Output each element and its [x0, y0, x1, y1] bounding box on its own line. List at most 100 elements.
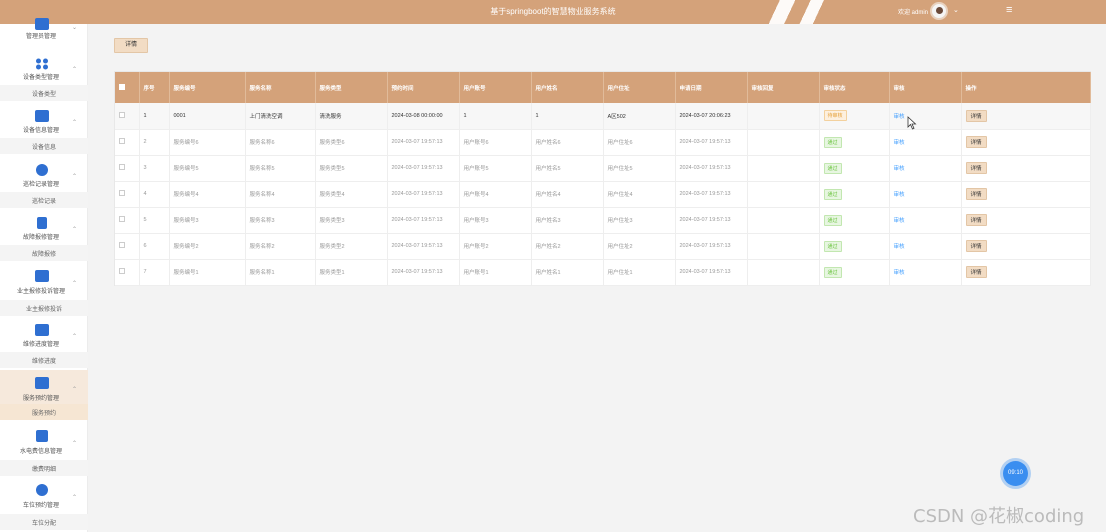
sidebar-item-service-booking[interactable]: 服务预约	[0, 404, 88, 420]
row-checkbox[interactable]	[115, 207, 140, 234]
audit-link[interactable]: 审核	[894, 270, 905, 276]
sidebar-item-owner-complaint[interactable]: 业主报修投诉	[0, 300, 88, 316]
table-cell-time: 2024-03-07 19:57:13	[387, 233, 460, 260]
avatar[interactable]	[930, 2, 948, 20]
column-header: 用户姓名	[531, 72, 604, 103]
table-cell-account: 用户账号1	[459, 259, 532, 286]
watermark: CSDN @花椒coding	[913, 506, 1085, 527]
row-detail-button[interactable]: 详情	[965, 188, 987, 200]
chevron-up-icon[interactable]: ⌃	[72, 440, 77, 447]
table-cell-type: 服务类型4	[315, 181, 388, 208]
row-detail-button[interactable]: 详情	[965, 162, 987, 174]
table-cell-address: 用户住址4	[603, 181, 676, 208]
row-detail-button[interactable]: 详情	[965, 240, 987, 252]
menu-icon[interactable]: ≡	[1006, 4, 1012, 16]
chevron-up-icon[interactable]: ⌃	[72, 119, 77, 126]
chevron-up-icon[interactable]: ⌃	[72, 494, 77, 501]
row-checkbox[interactable]	[115, 233, 140, 260]
sidebar-group-utility-fee[interactable]: 水电费信息管理 ⌃ 缴费明细	[0, 428, 88, 476]
clipboard-icon	[37, 217, 47, 229]
chevron-down-icon[interactable]: ⌄	[72, 24, 77, 31]
floating-clock-button[interactable]: 09:10	[1003, 461, 1028, 486]
column-header: 用户住址	[603, 72, 676, 103]
sidebar-group-admin[interactable]: 管理员管理 ⌄	[0, 18, 88, 48]
table-cell-date: 2024-03-07 19:57:13	[675, 129, 748, 156]
row-detail-button[interactable]: 详情	[965, 109, 987, 122]
sidebar-item-inspection[interactable]: 巡检记录	[0, 192, 88, 208]
table-cell-reply	[747, 233, 820, 260]
sidebar-item-parking[interactable]: 车位分配	[0, 514, 88, 530]
status-cell: 通过	[819, 129, 890, 156]
sidebar-group-device-info[interactable]: 设备信息管理 ⌃ 设备信息	[0, 108, 88, 154]
sidebar: 管理员管理 ⌄ 设备类型管理 ⌃ 设备类型 设备信息管理 ⌃ 设备信息 巡检记录…	[0, 18, 88, 532]
audit-link[interactable]: 审核	[894, 192, 905, 198]
table-cell-reply	[747, 129, 820, 156]
table-cell-time: 2024-03-07 19:57:13	[387, 155, 460, 182]
audit-link[interactable]: 审核	[894, 166, 905, 172]
row-detail-button[interactable]: 详情	[965, 136, 987, 148]
row-detail-button[interactable]: 详情	[965, 266, 987, 278]
sidebar-group-repair-progress[interactable]: 维修进度管理 ⌃ 维修进度	[0, 322, 88, 368]
row-checkbox[interactable]	[115, 129, 140, 156]
row-checkbox[interactable]	[115, 155, 140, 182]
service-icon	[35, 377, 49, 389]
table-cell-address: A区502	[603, 103, 676, 130]
table-cell-address: 用户住址5	[603, 155, 676, 182]
audit-link[interactable]: 审核	[894, 244, 905, 250]
audit-link[interactable]: 审核	[894, 140, 905, 146]
chevron-up-icon[interactable]: ⌃	[72, 280, 77, 287]
folder-icon	[35, 270, 49, 282]
chevron-up-icon[interactable]: ⌃	[72, 66, 77, 73]
column-header: 服务类型	[315, 72, 388, 103]
sidebar-group-owner-complaint[interactable]: 业主报修投诉管理 ⌃ 业主报修投诉	[0, 268, 88, 316]
chevron-up-icon[interactable]: ⌃	[72, 173, 77, 180]
sidebar-item-utility-fee[interactable]: 缴费明细	[0, 460, 88, 476]
table-cell-name: 上门清洗空调	[245, 103, 316, 130]
table-cell-type: 服务类型6	[315, 129, 388, 156]
sidebar-group-parking[interactable]: 车位预约管理 ⌃ 车位分配	[0, 482, 88, 530]
sidebar-item-device-type[interactable]: 设备类型	[0, 85, 88, 101]
table-cell-date: 2024-03-07 19:57:13	[675, 259, 748, 286]
sidebar-item-device-info[interactable]: 设备信息	[0, 138, 88, 154]
table-row: 6 服务编号2 服务名称2 服务类型2 2024-03-07 19:57:13 用户账号2…	[115, 233, 1091, 260]
table-cell-uname: 用户姓名6	[531, 129, 604, 156]
briefcase-icon	[35, 110, 49, 122]
audit-cell: 审核	[889, 103, 962, 130]
audit-cell: 审核	[889, 259, 962, 286]
table-cell-time: 2024-03-07 19:57:13	[387, 129, 460, 156]
table-cell-type: 服务类型2	[315, 233, 388, 260]
sidebar-item-fault-repair[interactable]: 故障报修	[0, 245, 88, 261]
audit-cell: 审核	[889, 181, 962, 208]
sidebar-group-fault-repair[interactable]: 故障报修管理 ⌃ 故障报修	[0, 215, 88, 261]
table-cell-address: 用户住址6	[603, 129, 676, 156]
select-all-checkbox[interactable]	[115, 72, 140, 103]
table-cell-time: 2024-03-07 19:57:13	[387, 207, 460, 234]
chevron-up-icon[interactable]: ⌃	[72, 333, 77, 340]
row-detail-button[interactable]: 详情	[965, 214, 987, 226]
row-checkbox[interactable]	[115, 103, 140, 130]
table-cell-name: 服务名称4	[245, 181, 316, 208]
audit-cell: 审核	[889, 207, 962, 234]
table-row: 1 0001 上门清洗空调 清洗服务 2024-03-08 00:00:00 1 1 A区50…	[115, 103, 1091, 130]
column-header: 审核	[889, 72, 962, 103]
sidebar-group-label: 水电费信息管理	[19, 449, 62, 455]
detail-button[interactable]: 详情	[114, 38, 148, 53]
table-row: 7 服务编号1 服务名称1 服务类型1 2024-03-07 19:57:13 用户账号1…	[115, 259, 1091, 286]
table-cell-code: 服务编号2	[169, 233, 246, 260]
table-cell-account: 用户账号5	[459, 155, 532, 182]
chevron-up-icon[interactable]: ⌃	[72, 386, 77, 393]
audit-link[interactable]: 审核	[894, 114, 905, 120]
sidebar-item-repair-progress[interactable]: 维修进度	[0, 352, 88, 368]
table-cell-seq: 3	[139, 155, 170, 182]
sidebar-group-device-type[interactable]: 设备类型管理 ⌃ 设备类型	[0, 54, 88, 101]
row-checkbox[interactable]	[115, 259, 140, 286]
status-cell: 通过	[819, 181, 890, 208]
sidebar-group-inspection[interactable]: 巡检记录管理 ⌃ 巡检记录	[0, 162, 88, 208]
sidebar-group-service-booking[interactable]: 服务预约管理 ⌃ 服务预约	[0, 370, 88, 422]
chevron-up-icon[interactable]: ⌃	[72, 226, 77, 233]
audit-link[interactable]: 审核	[894, 218, 905, 224]
row-checkbox[interactable]	[115, 181, 140, 208]
table-cell-date: 2024-03-07 19:57:13	[675, 155, 748, 182]
chevron-down-icon[interactable]: ⌄	[953, 6, 959, 14]
table-cell-uname: 用户姓名4	[531, 181, 604, 208]
